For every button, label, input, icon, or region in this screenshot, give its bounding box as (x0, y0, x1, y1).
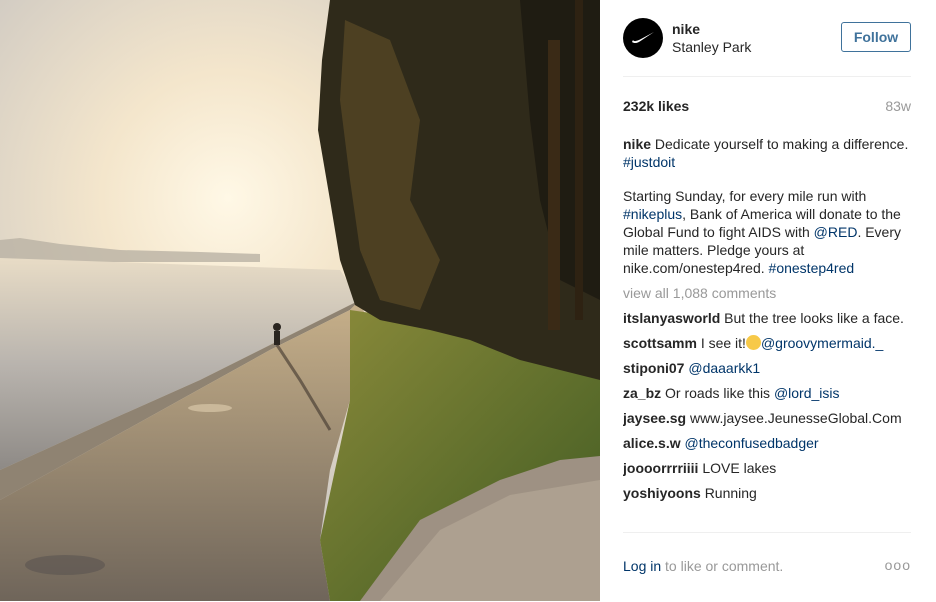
likes-count[interactable]: 232k likes (623, 98, 689, 114)
post-footer: Log in to like or comment. ooo (623, 532, 911, 602)
post-modal: nike Stanley Park Follow 232k likes 83w … (0, 0, 936, 601)
caption-hashtag-onestep4red[interactable]: #onestep4red (769, 260, 855, 276)
comment-text: But the tree looks like a face. (724, 310, 904, 326)
comment-mention[interactable]: @theconfusedbadger (684, 435, 818, 451)
comment-username[interactable]: joooorrrriiii (623, 460, 698, 476)
login-link[interactable]: Log in (623, 558, 661, 574)
caption-hashtag-nikeplus[interactable]: #nikeplus (623, 206, 682, 222)
comment-item: alice.s.w @theconfusedbadger (623, 434, 911, 452)
comment-item: scottsamm I see it! @groovymermaid._ (623, 334, 911, 352)
post-time-ago[interactable]: 83w (885, 98, 911, 114)
login-prompt: Log in to like or comment. (623, 558, 783, 574)
comment-item: joooorrrriiii LOVE lakes (623, 459, 911, 477)
more-options-icon[interactable]: ooo (885, 557, 911, 573)
comment-username[interactable]: za_bz (623, 385, 661, 401)
post-caption: nike Dedicate yourself to making a diffe… (623, 135, 911, 171)
caption-hashtag[interactable]: #justdoit (623, 154, 675, 170)
caption-username[interactable]: nike (623, 136, 651, 152)
post-header: nike Stanley Park Follow (623, 18, 911, 77)
avatar[interactable] (623, 18, 663, 58)
comment-item: stiponi07 @daaarkk1 (623, 359, 911, 377)
follow-button[interactable]: Follow (841, 22, 911, 52)
comment-username[interactable]: stiponi07 (623, 360, 684, 376)
comment-text: LOVE lakes (702, 460, 777, 476)
comment-item: jaysee.sg www.jaysee.JeunesseGlobal.Com (623, 409, 911, 427)
comment-username[interactable]: alice.s.w (623, 435, 681, 451)
photo-scene (0, 0, 600, 601)
comment-item: itslanyasworld But the tree looks like a… (623, 309, 911, 327)
comment-item: za_bz Or roads like this @lord_isis (623, 384, 911, 402)
post-photo[interactable] (0, 0, 600, 601)
comment-text: Or roads like this (665, 385, 771, 401)
caption-paragraph: Starting Sunday, for every mile run with… (623, 187, 911, 277)
comment-username[interactable]: jaysee.sg (623, 410, 686, 426)
comment-username[interactable]: yoshiyoons (623, 485, 701, 501)
view-all-comments-link[interactable]: view all 1,088 comments (623, 284, 911, 302)
comment-item: yoshiyoons Running (623, 484, 911, 502)
post-side-panel: nike Stanley Park Follow 232k likes 83w … (600, 0, 936, 601)
comment-username[interactable]: itslanyasworld (623, 310, 720, 326)
laughing-emoji-icon (745, 335, 761, 350)
comments-list[interactable]: nike Dedicate yourself to making a diffe… (623, 135, 911, 531)
comment-text: Running (704, 485, 757, 501)
caption-p2-text-a: Starting Sunday, for every mile run with (623, 188, 867, 204)
caption-text: Dedicate yourself to making a difference… (654, 136, 909, 152)
comment-text: www.jaysee.JeunesseGlobal.Com (689, 410, 902, 426)
likes-row: 232k likes 83w (623, 98, 911, 114)
caption-mention-red[interactable]: @RED (814, 224, 858, 240)
comment-mention[interactable]: @lord_isis (774, 385, 840, 401)
comment-text: I see it! (700, 335, 746, 351)
post-username[interactable]: nike (672, 21, 700, 37)
nike-swoosh-icon (632, 32, 654, 44)
login-prompt-text: to like or comment. (665, 558, 784, 574)
comment-username[interactable]: scottsamm (623, 335, 697, 351)
comment-mention[interactable]: @daaarkk1 (688, 360, 760, 376)
comment-mention[interactable]: @groovymermaid._ (761, 335, 883, 351)
post-location[interactable]: Stanley Park (672, 39, 751, 55)
